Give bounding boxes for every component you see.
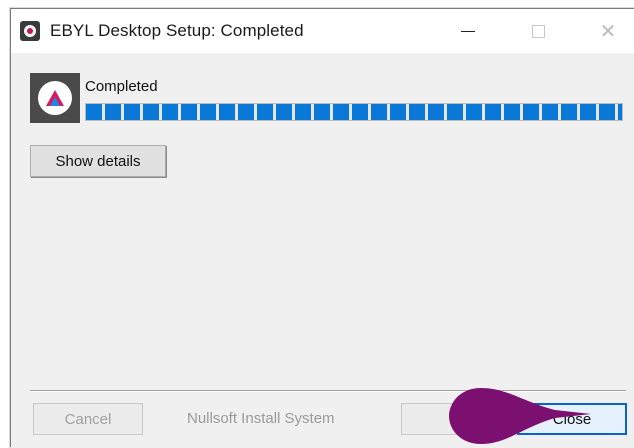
progress-bar <box>85 103 623 121</box>
window-title: EBYL Desktop Setup: Completed <box>50 21 304 40</box>
nullsoft-brand-label: Nullsoft Install System <box>187 410 335 427</box>
close-window-button[interactable]: ✕ <box>585 9 631 53</box>
maximize-icon <box>531 24 545 38</box>
installer-content: Completed Show details Cancel Nullsoft I… <box>11 53 634 448</box>
progress-fill <box>86 104 622 120</box>
installer-logo-icon <box>30 73 80 123</box>
title-bar[interactable]: EBYL Desktop Setup: Completed ✕ <box>11 9 634 53</box>
minimize-button[interactable] <box>445 9 491 53</box>
status-label: Completed <box>85 78 158 95</box>
close-icon: ✕ <box>599 20 617 43</box>
cancel-button[interactable]: Cancel <box>33 403 143 435</box>
show-details-button[interactable]: Show details <box>30 145 166 177</box>
app-icon <box>20 21 40 41</box>
maximize-button[interactable] <box>515 9 561 53</box>
setup-window: EBYL Desktop Setup: Completed ✕ Complete… <box>10 8 634 448</box>
pointer-callout-icon <box>449 388 591 444</box>
minimize-icon <box>461 30 475 32</box>
